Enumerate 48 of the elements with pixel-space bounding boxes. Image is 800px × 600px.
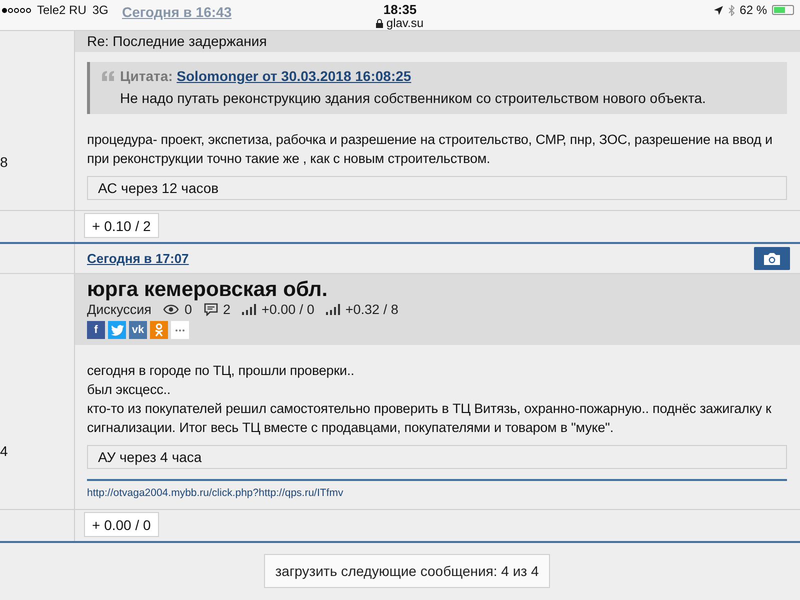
- rating-button[interactable]: + 0.10 / 2: [84, 213, 159, 238]
- page-url[interactable]: glav.su: [386, 16, 424, 30]
- topic-title: юрга кемеровская обл.: [87, 278, 329, 302]
- signal-icon: [2, 8, 31, 12]
- quote-mark-icon: [102, 71, 114, 81]
- lock-icon: [376, 18, 384, 28]
- comment-icon: [204, 303, 218, 316]
- post-text: процедура- проект, экспетиза, рабочка и разрешение на строительство, СМР, пнр, ЗОС, разрешение на ввод и при реконструкции точно такие же , как с новым строительством.: [87, 131, 774, 168]
- post-text: кто-то из покупателей решил самостоятельно проверить в ТЦ Витязь, охранно-пожарную.. поднёс зажигалку к сигнализации. Итог весь ТЦ вместе с продавцами, покупателями и товаром в "муке".: [87, 400, 772, 437]
- load-more-button[interactable]: загрузить следующие сообщения: 4 из 4: [264, 554, 550, 588]
- post-number: 4: [0, 443, 8, 459]
- quote-source-link[interactable]: Solomonger от 30.03.2018 16:08:25: [176, 68, 412, 84]
- person-icon: [154, 323, 164, 337]
- quote-text: Не надо путать реконструкцию здания собственником со строительством нового объекта.: [120, 90, 706, 106]
- post-number: 8: [0, 154, 8, 170]
- clock-time: 18:35: [383, 2, 417, 17]
- post-text: был эксцесс..: [87, 381, 172, 399]
- vk-share-button[interactable]: vk: [129, 321, 147, 339]
- rating-bars-icon: [326, 304, 340, 315]
- author-rating: +0.32 / 8: [345, 302, 398, 317]
- rating-button[interactable]: + 0.00 / 0: [84, 512, 159, 537]
- more-dots-icon: [175, 328, 185, 332]
- quote-label: Цитата:: [120, 68, 173, 84]
- more-share-button[interactable]: [171, 321, 189, 339]
- camera-icon: [763, 252, 781, 266]
- location-arrow-icon: [714, 6, 723, 14]
- facebook-share-button[interactable]: f: [87, 321, 105, 339]
- battery-percent: 62 %: [740, 3, 767, 17]
- twitter-share-button[interactable]: [108, 321, 126, 339]
- rating-bars-icon: [242, 304, 256, 315]
- post-title: Re: Последние задержания: [75, 31, 800, 52]
- post-date-link[interactable]: Сегодня в 17:07: [87, 251, 189, 266]
- bluetooth-icon: [728, 4, 735, 16]
- ok-share-button[interactable]: [150, 321, 168, 339]
- topic-category: Дискуссия: [87, 302, 152, 317]
- signature-box: АУ через 4 часа: [87, 445, 787, 469]
- battery-icon: [772, 5, 794, 15]
- network-type: 3G: [92, 3, 108, 17]
- topic-rating: +0.00 / 0: [261, 302, 314, 317]
- camera-button[interactable]: [754, 247, 790, 270]
- carrier-name: Tele2 RU: [37, 3, 86, 17]
- comment-count: 2: [222, 302, 230, 317]
- bird-icon: [110, 324, 124, 336]
- eye-icon: [163, 304, 180, 315]
- signature-box: АС через 12 часов: [87, 176, 787, 200]
- post-text: сегодня в городе по ТЦ, прошли проверки..: [87, 362, 356, 380]
- signature-link[interactable]: http://otvaga2004.mybb.ru/click.php?http://qps.ru/ITfmv: [87, 487, 344, 499]
- view-count: 0: [184, 302, 192, 317]
